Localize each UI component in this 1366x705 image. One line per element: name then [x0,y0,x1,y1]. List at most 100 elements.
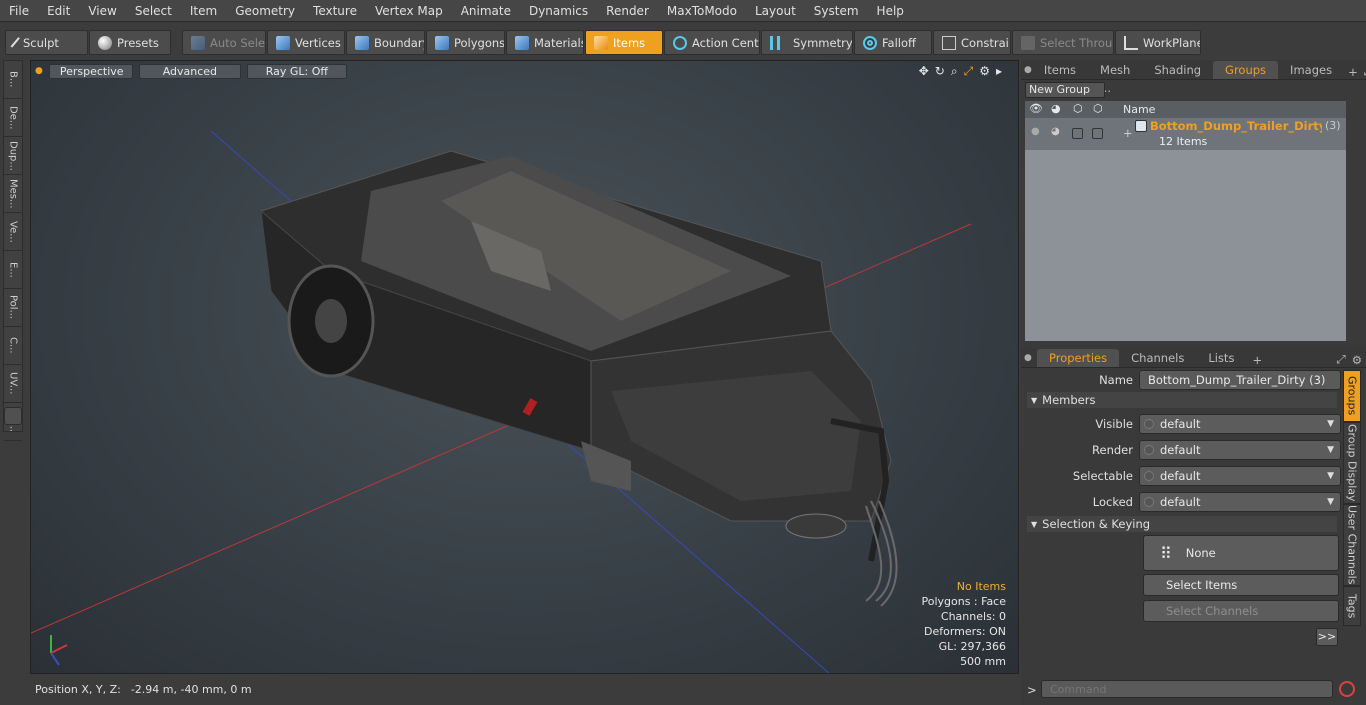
menu-help[interactable]: Help [868,0,913,22]
menu-render[interactable]: Render [597,0,658,22]
rotate-view-icon[interactable]: ↻ [935,64,945,79]
left-tab-3[interactable]: Mes... [4,175,22,213]
menu-system[interactable]: System [805,0,868,22]
menu-edit[interactable]: Edit [38,0,79,22]
left-tab-8[interactable]: UV... [4,365,22,403]
selectable-row: Selectable default ▼ [1021,465,1341,487]
constraints-button[interactable]: Constrai... [933,30,1011,55]
new-group-button[interactable]: New Group [1025,82,1105,98]
record-macro-icon[interactable] [1339,681,1355,697]
menu-layout[interactable]: Layout [746,0,805,22]
tab-properties[interactable]: Properties [1037,349,1120,367]
render-toggle-icon[interactable]: ◕ [1051,126,1060,137]
presets-button[interactable]: Presets [89,30,171,55]
perspective-dropdown[interactable]: Perspective [48,63,133,79]
sculpt-button[interactable]: Sculpt [5,30,88,55]
add-tab-icon[interactable]: + [1344,65,1362,79]
tab-shading[interactable]: Shading [1142,61,1213,79]
expand-plus-icon[interactable]: + [1123,126,1133,140]
render-dropdown[interactable]: default ▼ [1139,440,1341,460]
name-field[interactable]: Bottom_Dump_Trailer_Dirty (3) [1139,370,1341,390]
vertices-button[interactable]: Vertices1 [267,30,345,55]
left-tab-0[interactable]: B... [4,61,22,99]
menu-maxtomodo[interactable]: MaxToModo [658,0,746,22]
materials-button[interactable]: Materials [506,30,584,55]
items-button[interactable]: Items [585,30,663,55]
grid-size-info: 500 mm [960,655,1006,668]
members-section[interactable]: ▼ Members [1027,392,1337,408]
move-view-icon[interactable]: ✥ [919,64,929,79]
tab-items[interactable]: Items [1032,61,1088,79]
expand-icon[interactable]: ⤢ [1334,352,1347,367]
menu-animate[interactable]: Animate [452,0,520,22]
workplane-button[interactable]: WorkPlane [1115,30,1201,55]
boundary-button[interactable]: Boundary [346,30,425,55]
visibility-eye-icon[interactable]: ● [1031,126,1040,137]
left-tab-1[interactable]: De... [4,99,22,137]
tab-images[interactable]: Images [1278,61,1344,79]
left-tab-4[interactable]: Ve... [4,213,22,251]
side-tab-tags[interactable]: Tags [1343,586,1361,626]
tab-lists[interactable]: Lists [1196,349,1246,367]
tab-groups[interactable]: Groups [1213,61,1279,79]
menu-vertex-map[interactable]: Vertex Map [366,0,452,22]
presets-icon [98,35,112,50]
gl-info: GL: 297,366 [938,640,1006,653]
tab-channels[interactable]: Channels [1119,349,1196,367]
falloff-button[interactable]: Falloff [854,30,932,55]
side-tab-groups[interactable]: Groups [1343,370,1361,422]
3d-viewport[interactable]: ● Perspective Advanced Ray GL: Off ✥ ↻ ⌕… [30,60,1019,674]
lock-toggle[interactable] [1092,128,1103,139]
more-options-button[interactable]: >> [1316,628,1338,646]
select-items-button[interactable]: Select Items [1143,574,1339,596]
keying-none-button[interactable]: ⠿ None [1143,535,1339,571]
left-tab-6[interactable]: Pol... [4,289,22,327]
select-through-button[interactable]: Select Through [1012,30,1114,55]
side-tab-user-channels[interactable]: User Channels [1343,504,1361,586]
status-bar: Position X, Y, Z: -2.94 m, -40 mm, 0 m [0,678,1020,700]
polygons-button[interactable]: Polygons [426,30,505,55]
add-tab-icon[interactable]: + [1246,353,1268,367]
menu-select[interactable]: Select [126,0,181,22]
viewport-menu-dot[interactable]: ● [35,66,43,76]
menu-file[interactable]: File [0,0,38,22]
left-tabs-options-button[interactable] [4,407,22,425]
tab-mesh[interactable]: Mesh ... [1088,61,1142,95]
action-center-button[interactable]: Action Center [664,30,760,55]
raygl-toggle[interactable]: Ray GL: Off [246,63,347,79]
command-input[interactable] [1041,680,1333,698]
menu-view[interactable]: View [79,0,125,22]
gear-icon[interactable]: ⚙ [1348,353,1366,367]
menu-geometry[interactable]: Geometry [226,0,304,22]
left-tool-tabs: B... De... Dup... Mes... Ve... E... Pol... C...… [3,60,23,441]
zoom-view-icon[interactable]: ⌕ [951,64,958,79]
play-arrow-icon[interactable]: ▸ [996,64,1002,79]
maximize-icon[interactable]: ⤢ [964,64,974,79]
selectable-dropdown[interactable]: default ▼ [1139,466,1341,486]
select-column-icon: ⬡ [1073,102,1083,115]
menu-dynamics[interactable]: Dynamics [520,0,597,22]
menu-item[interactable]: Item [181,0,226,22]
left-tab-7[interactable]: C... [4,327,22,365]
visible-dropdown[interactable]: default ▼ [1139,414,1341,434]
left-tab-5[interactable]: E... [4,251,22,289]
shading-dropdown[interactable]: Advanced [138,63,241,79]
select-toggle[interactable] [1072,128,1083,139]
panel-menu-dot[interactable]: ● [1021,353,1037,363]
locked-dropdown[interactable]: default ▼ [1139,492,1341,512]
menu-texture[interactable]: Texture [304,0,366,22]
left-tab-2[interactable]: Dup... [4,137,22,175]
side-tab-group-display[interactable]: Group Display [1343,422,1361,504]
symmetry-button[interactable]: Symmetry [761,30,853,55]
group-row[interactable]: ● ◕ + Bottom_Dump_Trailer_Dirty (3) 12 I… [1025,118,1346,150]
panel-menu-dot[interactable]: ● [1021,65,1032,75]
polygons-icon [435,35,449,50]
crosshair-icon [673,35,687,50]
expand-icon[interactable]: ⤢ [1362,64,1366,79]
groups-tabbar: ● Items Mesh ... Shading Groups Images +… [1021,60,1366,95]
gear-icon[interactable]: ⚙ [979,64,990,79]
auto-select-button[interactable]: Auto Select [182,30,266,55]
select-channels-button[interactable]: Select Channels [1143,600,1339,622]
workplane-icon [1124,35,1138,50]
selection-keying-section[interactable]: ▼ Selection & Keying [1027,516,1337,532]
